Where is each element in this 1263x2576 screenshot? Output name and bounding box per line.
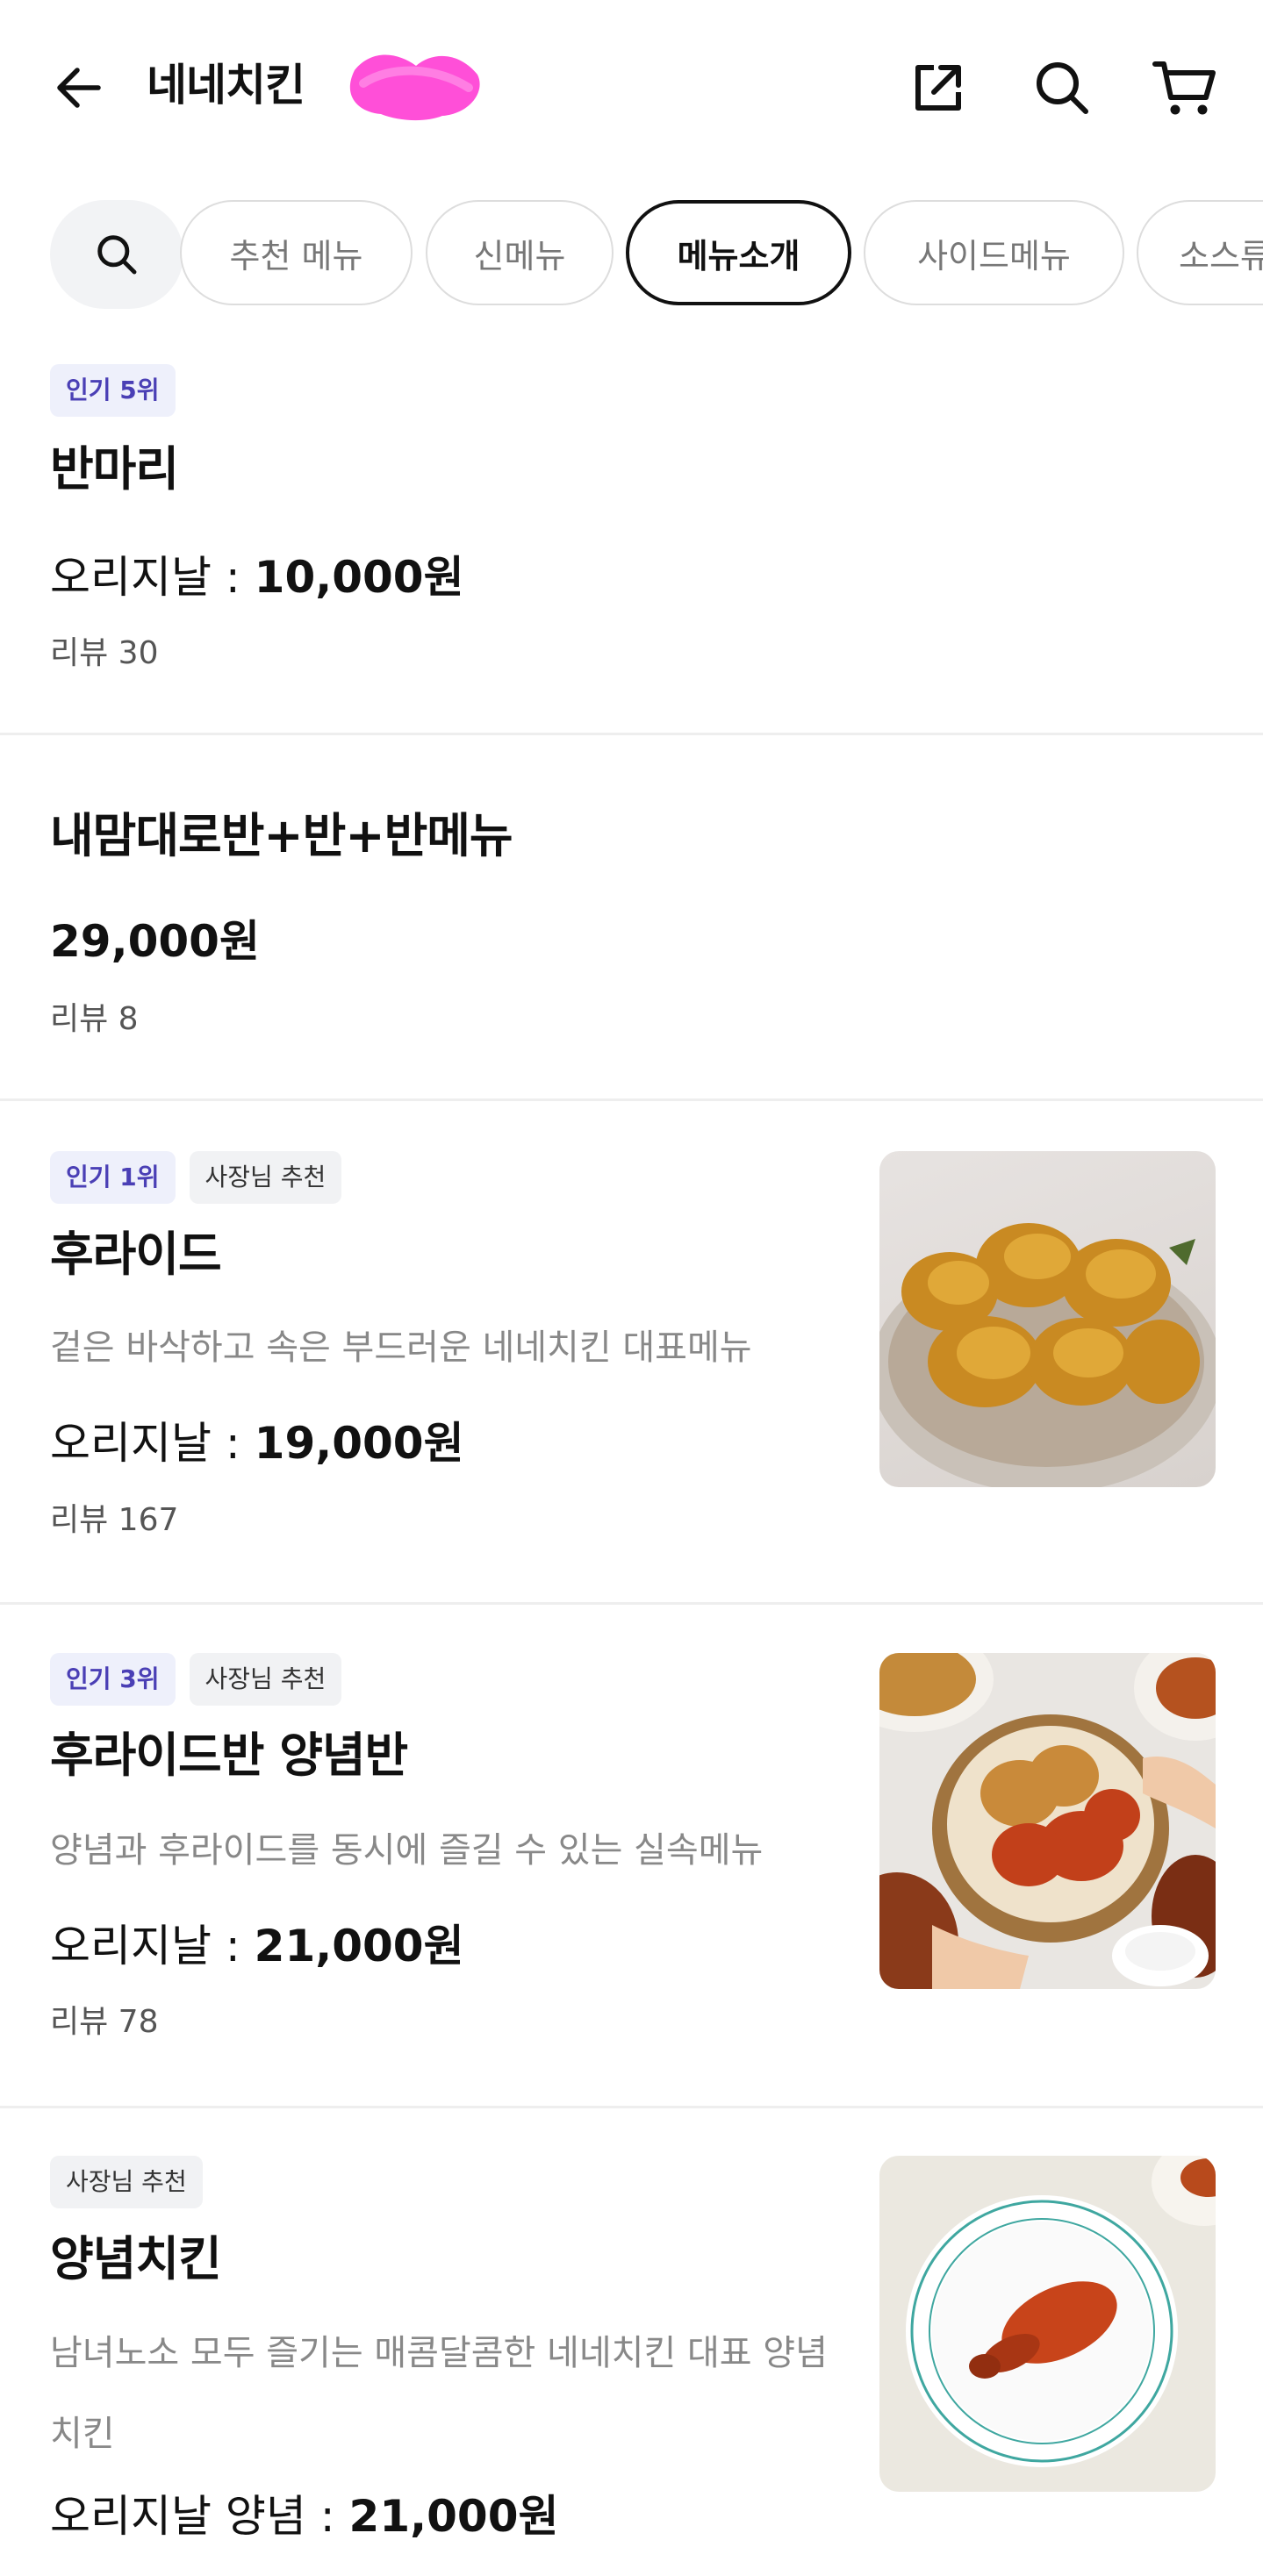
popular-rank-badge: 인기 3위	[50, 1653, 176, 1706]
menu-item-name: 반마리	[50, 441, 179, 497]
divider	[0, 1098, 1263, 1101]
store-title: 네네치킨	[147, 60, 305, 111]
menu-item-name: 후라이드반 양념반	[50, 1728, 408, 1783]
popular-rank-badge: 인기 1위	[50, 1151, 176, 1204]
review-count: 리뷰 8	[50, 1001, 139, 1037]
cart-button[interactable]	[1141, 53, 1229, 123]
seasoned-chicken-image	[879, 2156, 1216, 2492]
menu-item-price: 29,000원	[50, 916, 260, 967]
arrow-left-icon	[57, 68, 101, 108]
redaction-mark	[337, 44, 488, 125]
menu-item-name: 양념치킨	[50, 2231, 222, 2286]
divider	[0, 2106, 1263, 2108]
menu-item-description: 남녀노소 모두 즐기는 매콤달콤한 네네치킨 대표 양념치킨	[50, 2333, 828, 2454]
search-button[interactable]	[1023, 53, 1102, 123]
popular-rank-badge: 인기 5위	[50, 364, 176, 417]
tab-side-menu[interactable]: 사이드메뉴	[864, 200, 1124, 305]
review-count: 리뷰 78	[50, 2004, 159, 2040]
owner-recommend-badge: 사장님 추천	[189, 1151, 342, 1204]
divider	[0, 733, 1263, 735]
back-button[interactable]	[44, 53, 114, 123]
tab-new-menu[interactable]: 신메뉴	[426, 200, 614, 305]
tab-search-button[interactable]	[50, 200, 183, 309]
share-button[interactable]	[899, 53, 978, 123]
half-half-chicken-image	[879, 1653, 1216, 1989]
review-count: 리뷰 30	[50, 635, 159, 671]
app-header: 네네치킨	[0, 0, 1263, 175]
search-icon	[97, 235, 137, 275]
search-icon	[1037, 62, 1088, 114]
fried-chicken-image	[879, 1151, 1216, 1487]
menu-item-price: 오리지날 양념 : 21,000원	[50, 2491, 559, 2542]
menu-item-price: 오리지날 : 10,000원	[50, 552, 464, 603]
review-count: 리뷰 167	[50, 1502, 179, 1538]
owner-recommend-badge: 사장님 추천	[50, 2156, 203, 2208]
category-tabs: 추천 메뉴 신메뉴 메뉴소개 사이드메뉴 소스류	[0, 197, 1263, 311]
tab-recommended[interactable]: 추천 메뉴	[180, 200, 413, 305]
menu-item-description: 겉은 바삭하고 속은 부드러운 네네치킨 대표메뉴	[50, 1327, 752, 1368]
menu-item-price: 오리지날 : 21,000원	[50, 1921, 464, 1971]
menu-item-description: 양념과 후라이드를 동시에 즐길 수 있는 실속메뉴	[50, 1830, 764, 1871]
divider	[0, 1602, 1263, 1605]
owner-recommend-badge: 사장님 추천	[189, 1653, 342, 1706]
share-icon	[915, 65, 961, 111]
menu-item-name: 내맘대로반+반+반메뉴	[50, 808, 513, 863]
tab-sauces[interactable]: 소스류	[1137, 200, 1263, 305]
menu-item-price: 오리지날 : 19,000원	[50, 1418, 464, 1469]
cart-icon	[1152, 61, 1216, 115]
tab-menu-intro[interactable]: 메뉴소개	[626, 200, 851, 305]
menu-item-name: 후라이드	[50, 1227, 222, 1282]
